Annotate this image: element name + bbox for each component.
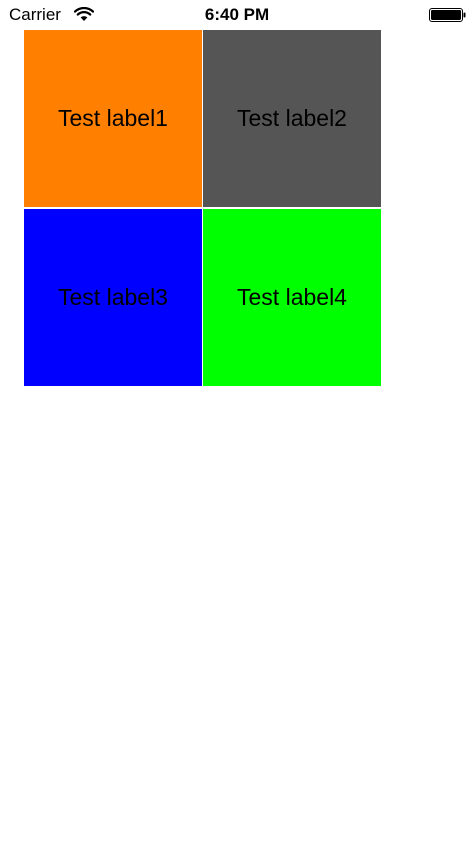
status-time: 6:40 PM [204,5,270,24]
cell-label-4: Test label4 [237,284,347,310]
status-bar: Carrier 6:40 PM [0,0,474,30]
label-cell-2: Test label2 [203,30,381,207]
cell-label-1: Test label1 [58,105,168,131]
label-grid: Test label1 Test label2 Test label3 Test… [24,30,381,386]
label-cell-4: Test label4 [203,209,381,386]
cell-label-2: Test label2 [237,105,347,131]
battery-icon [429,8,467,22]
label-cell-1: Test label1 [24,30,202,207]
cell-label-3: Test label3 [58,284,168,310]
label-cell-3: Test label3 [24,209,202,386]
